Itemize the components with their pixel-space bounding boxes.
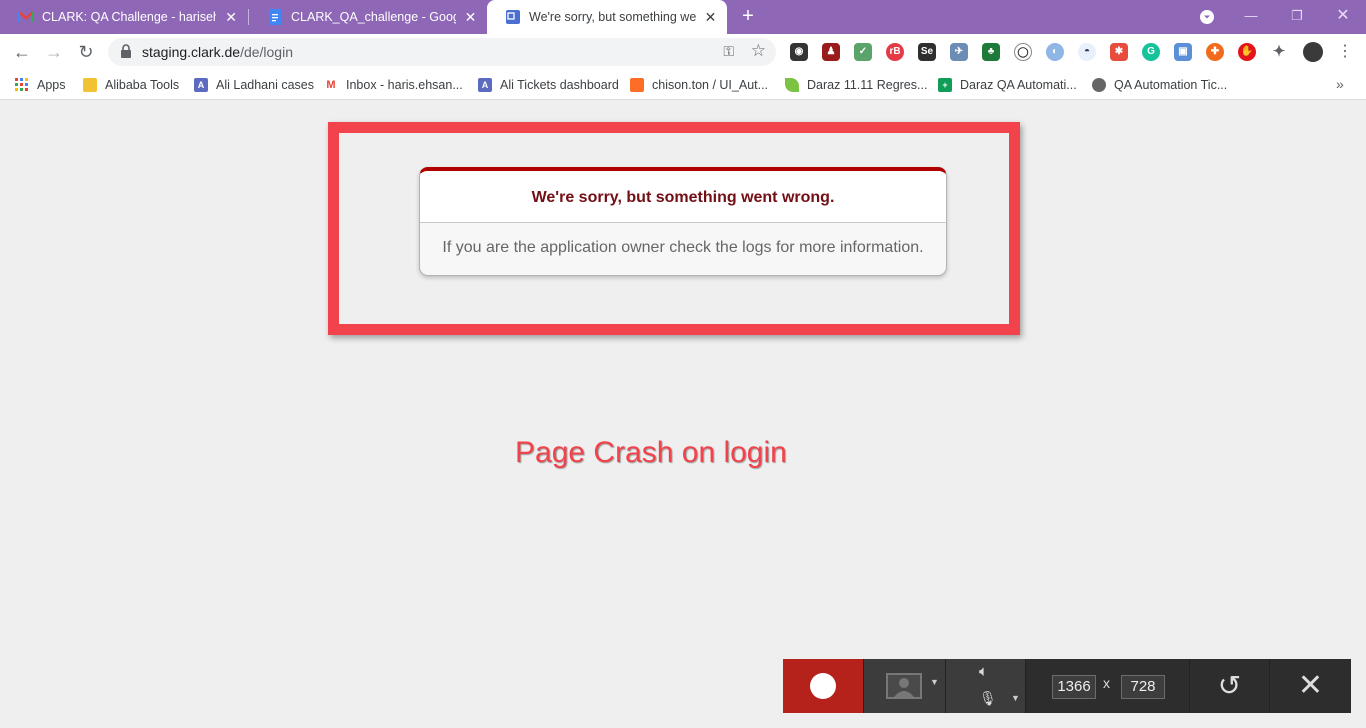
bookmark-ali-tickets-dashboard[interactable]: A Ali Tickets dashboard — [478, 76, 619, 94]
address-bar[interactable]: staging.clark.de/de/login ⚿ ☆ — [108, 38, 776, 66]
chevron-down-icon[interactable]: ▼ — [930, 677, 939, 687]
google-docs-icon — [267, 9, 283, 25]
profile-avatar[interactable] — [1303, 42, 1323, 62]
extension-satellite-icon[interactable]: ✈ — [950, 43, 968, 61]
extension-chess-icon[interactable]: ♟ — [822, 43, 840, 61]
back-icon[interactable]: ← — [9, 39, 35, 65]
extension-block-icon[interactable]: ✋ — [1238, 43, 1256, 61]
tab-search-icon[interactable] — [1184, 0, 1230, 34]
more-bookmarks-icon[interactable]: » — [1336, 76, 1344, 92]
audio-controls: 🔈︎ 🎙︎ ▼ — [945, 659, 1025, 713]
bookmarks-bar: Apps Alibaba Tools A Ali Ladhani cases M… — [0, 70, 1366, 100]
recorder-panel: ▼ 🔈︎ 🎙︎ ▼ 1366 x 728 ↺ ✕ — [783, 659, 1351, 713]
bookmark-label: Inbox - haris.ehsan... — [346, 78, 463, 92]
bookmark-label: QA Automation Tic... — [1114, 78, 1228, 92]
close-tab-icon[interactable]: ✕ — [464, 9, 477, 26]
capture-height-field[interactable]: 728 — [1121, 675, 1165, 699]
kebab-menu-icon[interactable]: ⋮ — [1337, 39, 1353, 65]
tab-title: We're sorry, but something went wrong — [529, 10, 696, 24]
tab-gmail[interactable]: CLARK: QA Challenge - harisehsan ✕ — [0, 0, 248, 34]
key-icon[interactable]: ⚿ — [723, 43, 734, 60]
bookmark-label: chison.ton / UI_Aut... — [652, 78, 769, 92]
capture-width-field[interactable]: 1366 — [1052, 675, 1096, 699]
new-tab-button[interactable]: + — [736, 4, 760, 28]
capture-size: 1366 x 728 — [1025, 659, 1189, 713]
record-button[interactable] — [783, 659, 863, 713]
url-path: /de/login — [240, 44, 293, 60]
url-text: staging.clark.de/de/login — [142, 44, 293, 60]
chevron-down-icon[interactable]: ▼ — [1011, 693, 1020, 703]
forward-icon[interactable]: → — [41, 39, 67, 65]
bookmark-label: Daraz 11.11 Regres... — [807, 78, 928, 92]
bookmark-inbox[interactable]: M Inbox - haris.ehsan... — [324, 76, 463, 94]
size-separator: x — [1103, 675, 1110, 691]
page-content: We're sorry, but something went wrong. I… — [0, 101, 1366, 728]
close-tab-icon[interactable]: ✕ — [224, 9, 238, 26]
tab-error-page[interactable]: We're sorry, but something went wrong ✕ — [487, 0, 727, 34]
error-heading: We're sorry, but something went wrong. — [420, 171, 946, 223]
extension-mask-icon[interactable]: ◉ — [790, 43, 808, 61]
bookmark-gitlab[interactable]: chison.ton / UI_Aut... — [630, 76, 768, 94]
bookmark-star-icon[interactable]: ☆ — [751, 41, 766, 61]
tab-google-docs[interactable]: CLARK_QA_challenge - Google Docs ✕ — [249, 0, 487, 34]
extension-selenium-icon[interactable]: Se — [918, 43, 936, 61]
bookmark-daraz-qa-automation[interactable]: + Daraz QA Automati... — [938, 76, 1077, 94]
close-tab-icon[interactable]: ✕ — [704, 9, 717, 26]
error-dialog: We're sorry, but something went wrong. I… — [419, 167, 947, 276]
folder-icon — [83, 78, 97, 92]
url-host: staging.clark.de — [142, 44, 241, 60]
bookmark-label: Ali Tickets dashboard — [500, 78, 619, 92]
extension-wave-icon[interactable]: ◓ — [1078, 43, 1096, 61]
bookmark-alibaba-tools[interactable]: Alibaba Tools — [83, 76, 179, 94]
bookmark-ali-ladhani-cases[interactable]: A Ali Ladhani cases — [194, 76, 314, 94]
webcam-icon — [886, 673, 922, 699]
extension-tree-icon[interactable]: ♣ — [982, 43, 1000, 61]
apps-grid-icon — [15, 78, 29, 92]
annotation-text: Page Crash on login — [515, 436, 787, 469]
close-recorder-icon[interactable]: ✕ — [1269, 659, 1351, 713]
extension-bug-icon[interactable]: ✱ — [1110, 43, 1128, 61]
reset-icon[interactable]: ↺ — [1189, 659, 1269, 713]
tab-title: CLARK_QA_challenge - Google Docs — [291, 10, 456, 24]
extension-headset-icon[interactable]: ◯ — [1014, 43, 1032, 61]
gitlab-icon — [630, 78, 644, 92]
lock-icon — [121, 44, 131, 58]
browser-toolbar: ← → ↻ staging.clark.de/de/login ⚿ ☆ ◉ ♟ … — [0, 34, 1366, 70]
bookmark-daraz-regression[interactable]: Daraz 11.11 Regres... — [785, 76, 927, 94]
gmail-icon — [18, 9, 34, 25]
extension-inbox-icon[interactable]: ✓ — [854, 43, 872, 61]
a-letter-icon: A — [478, 78, 492, 92]
tab-title: CLARK: QA Challenge - harisehsan — [42, 10, 216, 24]
reload-icon[interactable]: ↻ — [73, 39, 99, 65]
extension-camera-icon[interactable]: ▣ — [1174, 43, 1192, 61]
grammarly-icon[interactable]: G — [1142, 43, 1160, 61]
close-window-icon[interactable]: ✕ — [1320, 0, 1366, 34]
webcam-toggle[interactable]: ▼ — [863, 659, 945, 713]
bookmark-qa-automation-tickets[interactable]: QA Automation Tic... — [1092, 76, 1227, 94]
globe-icon — [1092, 78, 1106, 92]
bookmark-label: Daraz QA Automati... — [960, 78, 1077, 92]
speaker-icon[interactable]: 🔈︎ — [979, 663, 988, 680]
leaf-icon — [785, 78, 799, 92]
bookmark-apps[interactable]: Apps — [15, 76, 66, 94]
record-dot-icon — [810, 673, 836, 699]
extension-spin-icon[interactable]: ◐ — [1046, 43, 1064, 61]
extension-rb-icon[interactable]: rB — [886, 43, 904, 61]
page-icon — [505, 9, 521, 25]
bookmark-label: Apps — [37, 78, 66, 92]
a-letter-icon: A — [194, 78, 208, 92]
bookmark-label: Alibaba Tools — [105, 78, 180, 92]
gmail-icon: M — [324, 78, 338, 92]
extension-lifebuoy-icon[interactable]: ✚ — [1206, 43, 1224, 61]
tab-strip: CLARK: QA Challenge - harisehsan ✕ CLARK… — [0, 0, 1366, 34]
extensions-puzzle-icon[interactable]: ✦ — [1270, 43, 1288, 61]
sheets-icon: + — [938, 78, 952, 92]
restore-icon[interactable]: ❐ — [1274, 0, 1320, 34]
minimize-icon[interactable]: — — [1228, 0, 1274, 34]
error-message: If you are the application owner check t… — [442, 239, 924, 256]
microphone-icon[interactable]: 🎙︎ — [979, 690, 997, 707]
bookmark-label: Ali Ladhani cases — [216, 78, 314, 92]
